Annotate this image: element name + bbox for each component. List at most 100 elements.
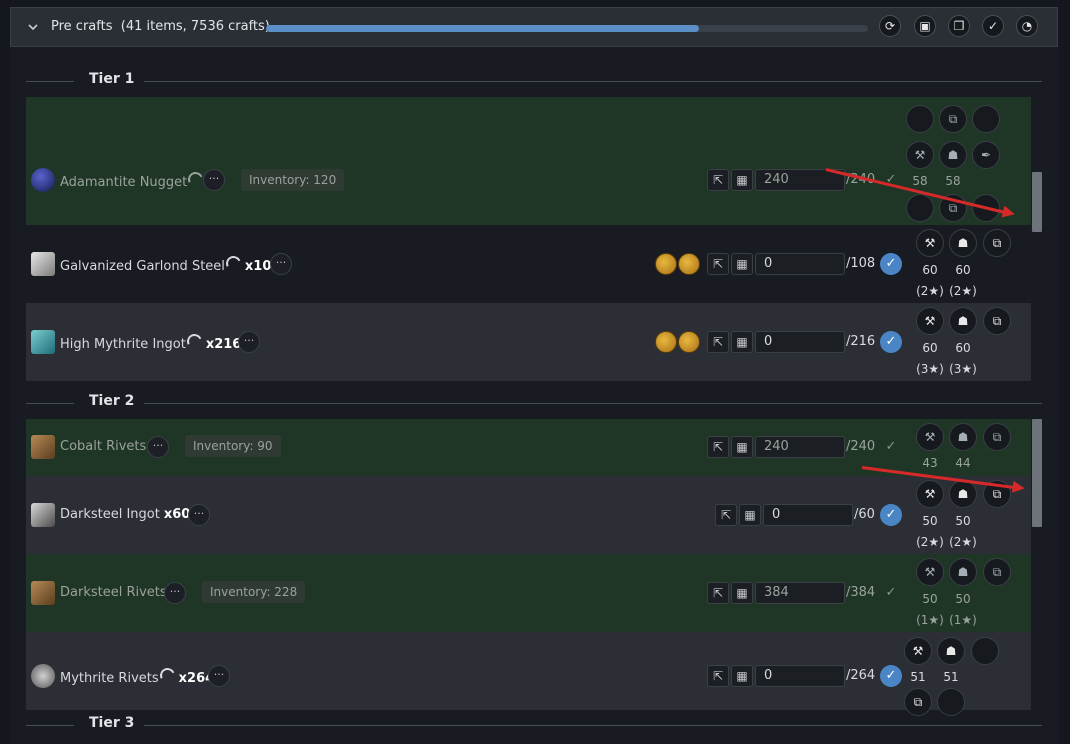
more-button[interactable]: ···	[238, 331, 260, 353]
calc-button[interactable]: ▦	[731, 169, 753, 191]
hq-icon[interactable]: ◔	[1016, 15, 1038, 37]
quantity-input[interactable]: 384	[755, 582, 845, 604]
item-name[interactable]: Darksteel Ingot x60	[60, 507, 190, 522]
helm-icon[interactable]: ☗	[949, 480, 977, 508]
total-label: /108	[846, 256, 876, 271]
quantity-input[interactable]: 0	[755, 665, 845, 687]
item-name[interactable]: Galvanized Garlond Steel x108	[60, 253, 280, 274]
ingredient-icon[interactable]	[678, 253, 700, 275]
more-button[interactable]: ···	[188, 504, 210, 526]
scrollbar[interactable]	[1031, 97, 1043, 381]
header-title: Pre crafts (41 items, 7536 crafts)	[51, 19, 270, 34]
copy-icon[interactable]: ⧉	[983, 423, 1011, 451]
helm-icon[interactable]: ☗	[949, 423, 977, 451]
item-icon	[31, 664, 55, 688]
helm-icon[interactable]: ☗	[949, 307, 977, 335]
ingredient-icon[interactable]	[655, 331, 677, 353]
tier-label: Tier 3	[89, 715, 135, 731]
select-button[interactable]: ⇱	[715, 504, 737, 526]
anvil-icon[interactable]: ⚒	[916, 229, 944, 257]
helm-icon[interactable]: ☗	[939, 141, 967, 169]
helm-icon[interactable]: ☗	[937, 637, 965, 665]
calc-button[interactable]: ▦	[731, 331, 753, 353]
copy-icon[interactable]: ⧉	[983, 307, 1011, 335]
calc-button[interactable]: ▦	[731, 582, 753, 604]
done-check-icon[interactable]: ✓	[880, 582, 902, 604]
total-label: /240	[846, 439, 876, 454]
item-icon	[31, 435, 55, 459]
level-label: 60	[955, 341, 971, 355]
copy-icon[interactable]: ⧉	[983, 229, 1011, 257]
item-name[interactable]: Mythrite Rivets x264	[60, 665, 214, 686]
more-button[interactable]: ···	[208, 665, 230, 687]
calc-button[interactable]: ▦	[731, 253, 753, 275]
quantity-input[interactable]: 0	[755, 253, 845, 275]
quantity-input[interactable]: 240	[755, 436, 845, 458]
divider	[26, 81, 74, 82]
select-button[interactable]: ⇱	[707, 582, 729, 604]
copy-icon[interactable]: ⧉	[939, 105, 967, 133]
mark-done-button[interactable]: ✓	[880, 665, 902, 687]
mark-done-button[interactable]: ✓	[880, 504, 902, 526]
anvil-icon[interactable]: ⚒	[904, 637, 932, 665]
more-button[interactable]: ···	[147, 436, 169, 458]
level-label: 60	[922, 263, 938, 277]
level-label: 60	[955, 263, 971, 277]
quantity-input[interactable]: 0	[763, 504, 853, 526]
chevron-down-icon[interactable]	[26, 20, 40, 34]
level-label: 50	[955, 514, 971, 528]
total-label: /216	[846, 334, 876, 349]
hq-icon	[184, 331, 204, 352]
item-name[interactable]: Adamantite Nugget	[60, 169, 206, 190]
calc-button[interactable]: ▦	[731, 665, 753, 687]
item-name[interactable]: Cobalt Rivets	[60, 439, 146, 454]
check-all-icon[interactable]: ✓	[982, 15, 1004, 37]
ingredient-icon[interactable]	[678, 331, 700, 353]
select-button[interactable]: ⇱	[707, 665, 729, 687]
divider	[144, 725, 1042, 726]
select-button[interactable]: ⇱	[707, 331, 729, 353]
ingredient-icon[interactable]	[937, 688, 965, 716]
precrafts-header[interactable]: Pre crafts (41 items, 7536 crafts) ⟳ ▣ ❐…	[10, 7, 1058, 47]
ingredient-icon[interactable]	[655, 253, 677, 275]
layout-icon[interactable]: ▣	[914, 15, 936, 37]
more-button[interactable]: ···	[270, 253, 292, 275]
ingredient-icon[interactable]	[906, 105, 934, 133]
mark-done-button[interactable]: ✓	[880, 253, 902, 275]
mark-done-button[interactable]: ✓	[880, 331, 902, 353]
helm-icon[interactable]: ☗	[949, 558, 977, 586]
tier-heading: Tier 2	[26, 393, 1042, 413]
copy-icon[interactable]: ⧉	[983, 558, 1011, 586]
helm-icon[interactable]: ☗	[949, 229, 977, 257]
anvil-icon[interactable]: ⚒	[916, 480, 944, 508]
ingredient-icon[interactable]	[906, 194, 934, 222]
scrollbar-thumb[interactable]	[1032, 172, 1042, 232]
copy-icon[interactable]: ❐	[948, 15, 970, 37]
more-button[interactable]: ···	[203, 169, 225, 191]
level-label: 51	[943, 670, 959, 684]
calc-button[interactable]: ▦	[731, 436, 753, 458]
select-button[interactable]: ⇱	[707, 253, 729, 275]
ingredient-icon[interactable]	[971, 637, 999, 665]
anvil-icon[interactable]: ⚒	[916, 307, 944, 335]
divider	[26, 403, 74, 404]
done-check-icon[interactable]: ✓	[880, 436, 902, 458]
select-button[interactable]: ⇱	[707, 436, 729, 458]
select-button[interactable]: ⇱	[707, 169, 729, 191]
anvil-icon[interactable]: ⚒	[916, 423, 944, 451]
more-button[interactable]: ···	[164, 582, 186, 604]
anvil-icon[interactable]: ⚒	[906, 141, 934, 169]
ingredient-icon[interactable]	[972, 105, 1000, 133]
item-name[interactable]: High Mythrite Ingot x216	[60, 331, 241, 352]
item-icon	[31, 252, 55, 276]
refresh-icon[interactable]: ⟳	[879, 15, 901, 37]
total-label: /60	[854, 507, 875, 522]
scrollbar-thumb[interactable]	[1032, 419, 1042, 527]
anvil-icon[interactable]: ⚒	[916, 558, 944, 586]
inventory-badge: Inventory: 228	[202, 581, 306, 603]
quantity-input[interactable]: 0	[755, 331, 845, 353]
item-name[interactable]: Darksteel Rivets	[60, 585, 167, 600]
copy-icon[interactable]: ⧉	[904, 688, 932, 716]
calc-button[interactable]: ▦	[739, 504, 761, 526]
tool-icon[interactable]: ✒	[972, 141, 1000, 169]
